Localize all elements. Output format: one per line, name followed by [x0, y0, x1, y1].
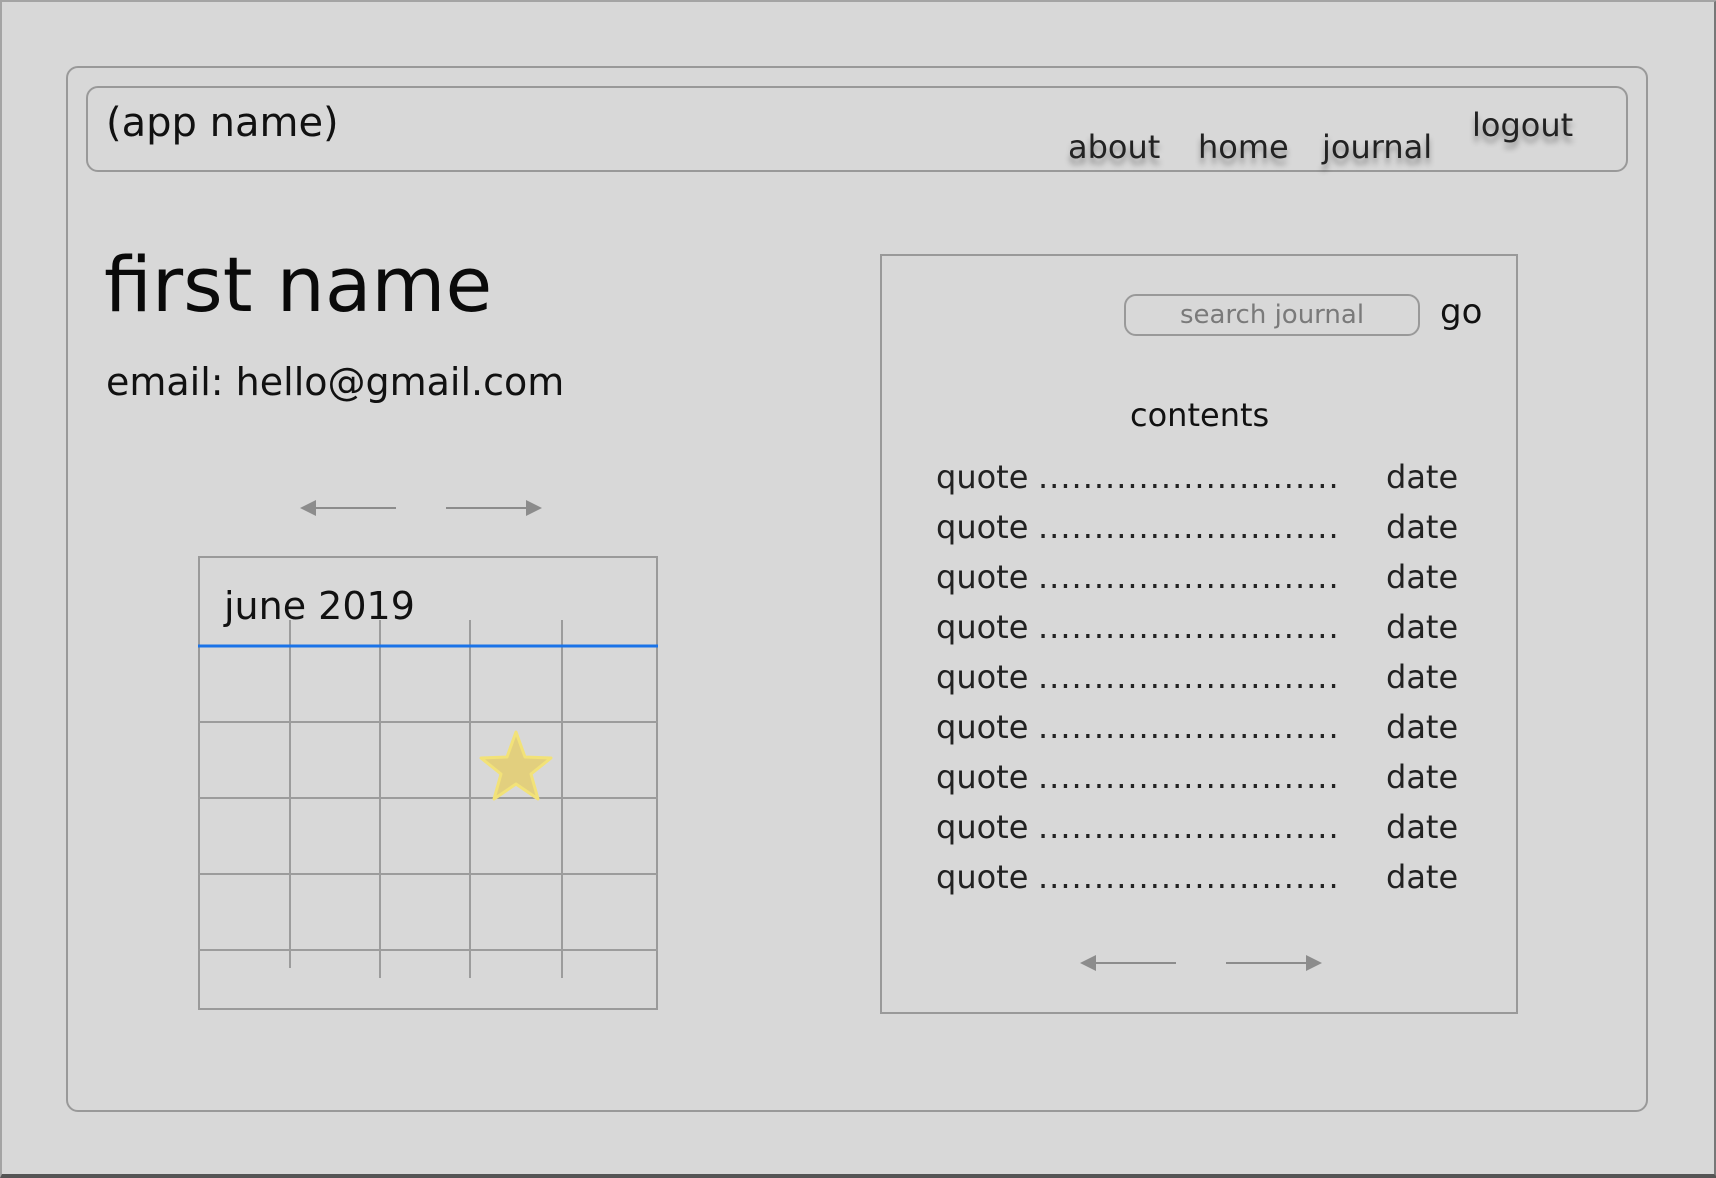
entry-leader: ...........................	[1038, 808, 1340, 846]
contents-heading: contents	[1130, 396, 1270, 434]
nav-about[interactable]: about	[1068, 128, 1160, 166]
entry-leader: ...........................	[1038, 558, 1340, 596]
entry-date: date	[1386, 658, 1459, 696]
entry-quote: quote	[936, 608, 1029, 646]
entry-leader: ...........................	[1038, 758, 1340, 796]
journal-entry[interactable]: quote ........................... date	[936, 558, 1466, 608]
entry-quote: quote	[936, 808, 1029, 846]
journal-entry[interactable]: quote ........................... date	[936, 858, 1466, 908]
go-button[interactable]: go	[1440, 292, 1482, 332]
journal-entry[interactable]: quote ........................... date	[936, 758, 1466, 808]
entry-date: date	[1386, 608, 1459, 646]
entry-leader: ...........................	[1038, 708, 1340, 746]
journal-prev-arrow-icon[interactable]	[1078, 951, 1178, 975]
calendar-month-label: june 2019	[224, 584, 415, 628]
logout-button[interactable]: logout	[1472, 106, 1573, 144]
entry-quote: quote	[936, 658, 1029, 696]
journal-entry[interactable]: quote ........................... date	[936, 508, 1466, 558]
journal-entry[interactable]: quote ........................... date	[936, 608, 1466, 658]
entry-quote: quote	[936, 458, 1029, 496]
calendar-prev-arrow-icon[interactable]	[298, 496, 398, 520]
entry-quote: quote	[936, 708, 1029, 746]
entry-quote: quote	[936, 858, 1029, 896]
entry-date: date	[1386, 808, 1459, 846]
journal-entry[interactable]: quote ........................... date	[936, 708, 1466, 758]
calendar-next-arrow-icon[interactable]	[444, 496, 544, 520]
entry-leader: ...........................	[1038, 608, 1340, 646]
entry-date: date	[1386, 758, 1459, 796]
entry-date: date	[1386, 558, 1459, 596]
entry-leader: ...........................	[1038, 458, 1340, 496]
entry-leader: ...........................	[1038, 508, 1340, 546]
entry-date: date	[1386, 458, 1459, 496]
journal-entry-list: quote ........................... date q…	[936, 458, 1466, 908]
nav-home[interactable]: home	[1198, 128, 1289, 166]
entry-quote: quote	[936, 758, 1029, 796]
profile-name: first name	[104, 240, 493, 329]
journal-entry[interactable]: quote ........................... date	[936, 658, 1466, 708]
search-journal-input[interactable]	[1124, 294, 1420, 336]
journal-entry[interactable]: quote ........................... date	[936, 458, 1466, 508]
entry-leader: ...........................	[1038, 858, 1340, 896]
entry-date: date	[1386, 508, 1459, 546]
entry-quote: quote	[936, 558, 1029, 596]
profile-email: email: hello@gmail.com	[106, 360, 565, 404]
entry-quote: quote	[936, 508, 1029, 546]
star-icon[interactable]	[479, 730, 553, 801]
entry-date: date	[1386, 708, 1459, 746]
entry-leader: ...........................	[1038, 658, 1340, 696]
journal-next-arrow-icon[interactable]	[1224, 951, 1324, 975]
journal-entry[interactable]: quote ........................... date	[936, 808, 1466, 858]
nav-journal[interactable]: journal	[1322, 128, 1432, 166]
entry-date: date	[1386, 858, 1459, 896]
app-name: (app name)	[106, 100, 339, 146]
